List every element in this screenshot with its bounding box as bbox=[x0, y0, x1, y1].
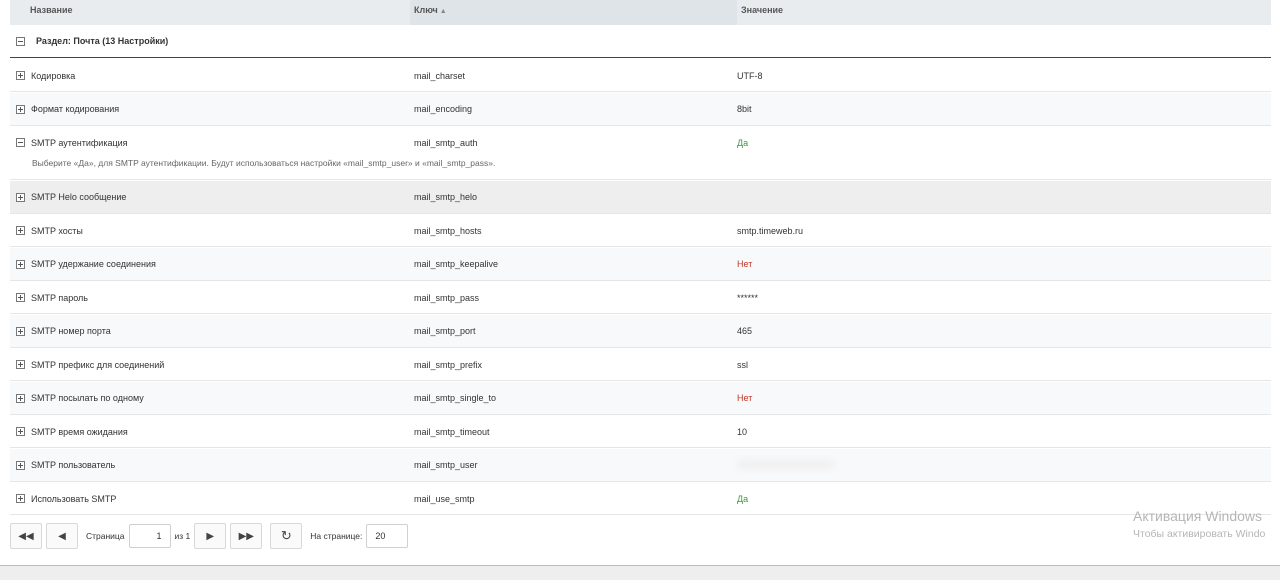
setting-key: mail_smtp_port bbox=[414, 326, 476, 336]
per-page-label: На странице: bbox=[310, 531, 363, 541]
setting-key: mail_use_smtp bbox=[414, 493, 475, 504]
table-row[interactable]: SMTP номер порта mail_smtp_port 465 bbox=[10, 314, 1271, 348]
setting-key: mail_smtp_prefix bbox=[414, 359, 483, 370]
grid-header: Название Ключ ▲ Значение bbox=[10, 0, 1271, 25]
page-of-label: из 1 bbox=[174, 531, 191, 541]
setting-value[interactable]: Нет bbox=[737, 259, 752, 269]
last-page-icon: ▶▶ bbox=[238, 530, 254, 542]
expand-icon[interactable] bbox=[15, 192, 25, 202]
setting-value[interactable]: 8bit bbox=[737, 104, 752, 114]
windows-activation-watermark: Активация Windows Чтобы активировать Win… bbox=[1133, 508, 1265, 540]
column-header-name[interactable]: Название bbox=[10, 0, 410, 25]
prev-page-icon: ◀ bbox=[58, 530, 66, 542]
setting-key: mail_smtp_user bbox=[414, 460, 478, 470]
setting-value[interactable]: Да bbox=[737, 138, 748, 148]
setting-value[interactable]: UTF-8 bbox=[737, 71, 763, 81]
setting-key: mail_smtp_helo bbox=[414, 192, 478, 202]
setting-key: mail_charset bbox=[414, 70, 466, 81]
next-page-button[interactable]: ▶ bbox=[194, 523, 227, 549]
expand-icon[interactable] bbox=[15, 104, 25, 114]
table-row[interactable]: SMTP пользователь mail_smtp_user bbox=[10, 448, 1271, 482]
setting-name: SMTP пользователь bbox=[31, 460, 116, 470]
group-label: Раздел: Почта (13 Настройки) bbox=[36, 36, 169, 46]
expand-icon[interactable] bbox=[15, 259, 25, 269]
setting-key: mail_smtp_pass bbox=[414, 292, 480, 303]
setting-value[interactable]: 465 bbox=[737, 326, 752, 336]
group-row-mail[interactable]: Раздел: Почта (13 Настройки) bbox=[10, 25, 1271, 58]
setting-value[interactable]: smtp.timeweb.ru bbox=[737, 226, 803, 236]
setting-name: SMTP время ожидания bbox=[31, 426, 128, 437]
setting-key: mail_smtp_auth bbox=[414, 137, 478, 148]
redacted-value bbox=[737, 458, 835, 470]
setting-name: Формат кодирования bbox=[31, 104, 120, 114]
setting-value[interactable] bbox=[737, 458, 1271, 472]
setting-value[interactable]: ssl bbox=[737, 360, 748, 370]
setting-key: mail_smtp_timeout bbox=[414, 426, 490, 437]
setting-key: mail_smtp_hosts bbox=[414, 225, 482, 236]
column-header-value[interactable]: Значение bbox=[737, 0, 1271, 25]
table-row[interactable]: SMTP посылать по одному mail_smtp_single_… bbox=[10, 381, 1271, 415]
setting-value[interactable]: ****** bbox=[737, 293, 758, 303]
setting-description: Выберите «Да», для SMTP аутентификации. … bbox=[32, 158, 496, 168]
next-page-icon: ▶ bbox=[206, 530, 215, 542]
table-row[interactable]: SMTP пароль mail_smtp_pass ****** bbox=[10, 281, 1271, 314]
first-page-icon: ◀◀ bbox=[18, 530, 34, 542]
column-header-key-label: Ключ bbox=[414, 5, 438, 15]
setting-name: SMTP Helo сообщение bbox=[31, 192, 127, 202]
table-row[interactable]: Использовать SMTP mail_use_smtp Да bbox=[10, 482, 1271, 515]
expand-icon[interactable] bbox=[15, 494, 25, 503]
column-header-key[interactable]: Ключ ▲ bbox=[410, 0, 737, 25]
refresh-button[interactable]: ↻ bbox=[270, 523, 303, 549]
setting-name: SMTP аутентификация bbox=[31, 137, 128, 148]
expand-icon[interactable] bbox=[15, 427, 25, 436]
setting-value[interactable]: Нет bbox=[737, 393, 752, 403]
table-row[interactable]: SMTP Helo сообщение mail_smtp_helo bbox=[10, 180, 1271, 214]
bottom-bar bbox=[0, 565, 1280, 580]
collapse-icon[interactable] bbox=[15, 36, 25, 46]
table-row[interactable]: SMTP время ожидания mail_smtp_timeout 10 bbox=[10, 415, 1271, 448]
setting-key: mail_encoding bbox=[414, 104, 473, 114]
expand-icon[interactable] bbox=[15, 360, 25, 369]
setting-name: SMTP пароль bbox=[31, 292, 88, 303]
expand-icon[interactable] bbox=[15, 393, 25, 403]
table-row[interactable]: Кодировка mail_charset UTF-8 bbox=[10, 59, 1271, 92]
setting-name: SMTP хосты bbox=[31, 225, 83, 236]
pagination-toolbar: ◀◀ ◀ Страница 1 из 1 ▶ ▶▶ ↻ На странице:… bbox=[10, 522, 409, 550]
first-page-button[interactable]: ◀◀ bbox=[10, 523, 42, 549]
table-row[interactable]: Формат кодирования mail_encoding 8bit bbox=[10, 92, 1271, 126]
setting-name: Использовать SMTP bbox=[31, 493, 117, 504]
setting-name: SMTP номер порта bbox=[31, 326, 111, 336]
setting-name: SMTP префикс для соединений bbox=[31, 359, 165, 370]
per-page-input[interactable]: 20 bbox=[366, 524, 409, 548]
last-page-button[interactable]: ▶▶ bbox=[230, 523, 263, 549]
page-input[interactable]: 1 bbox=[128, 524, 171, 548]
watermark-line2: Чтобы активировать Windo bbox=[1133, 528, 1266, 540]
setting-value[interactable]: 10 bbox=[737, 427, 747, 437]
expand-icon[interactable] bbox=[15, 326, 25, 336]
setting-key: mail_smtp_single_to bbox=[414, 393, 497, 403]
expand-icon[interactable] bbox=[15, 293, 25, 302]
collapse-icon[interactable] bbox=[15, 138, 25, 147]
table-row[interactable]: SMTP хосты mail_smtp_hosts smtp.timeweb.ru bbox=[10, 214, 1271, 247]
setting-name: SMTP удержание соединения bbox=[31, 259, 156, 269]
watermark-line1: Активация Windows bbox=[1133, 508, 1263, 524]
table-row[interactable]: SMTP удержание соединения mail_smtp_keepa… bbox=[10, 247, 1271, 281]
page-label: Страница bbox=[86, 531, 125, 541]
setting-key: mail_smtp_keepalive bbox=[414, 259, 499, 269]
sort-asc-icon: ▲ bbox=[439, 8, 447, 15]
expand-icon[interactable] bbox=[15, 71, 25, 80]
table-row[interactable]: SMTP аутентификация mail_smtp_auth Да Выбер… bbox=[10, 126, 1271, 180]
setting-name: SMTP посылать по одному bbox=[31, 393, 144, 403]
setting-name: Кодировка bbox=[31, 70, 76, 81]
setting-value[interactable]: Да bbox=[737, 494, 748, 504]
table-row[interactable]: SMTP префикс для соединений mail_smtp_pre… bbox=[10, 348, 1271, 381]
expand-icon[interactable] bbox=[15, 460, 25, 470]
expand-icon[interactable] bbox=[15, 226, 25, 235]
prev-page-button[interactable]: ◀ bbox=[46, 523, 78, 549]
refresh-icon: ↻ bbox=[280, 528, 292, 543]
